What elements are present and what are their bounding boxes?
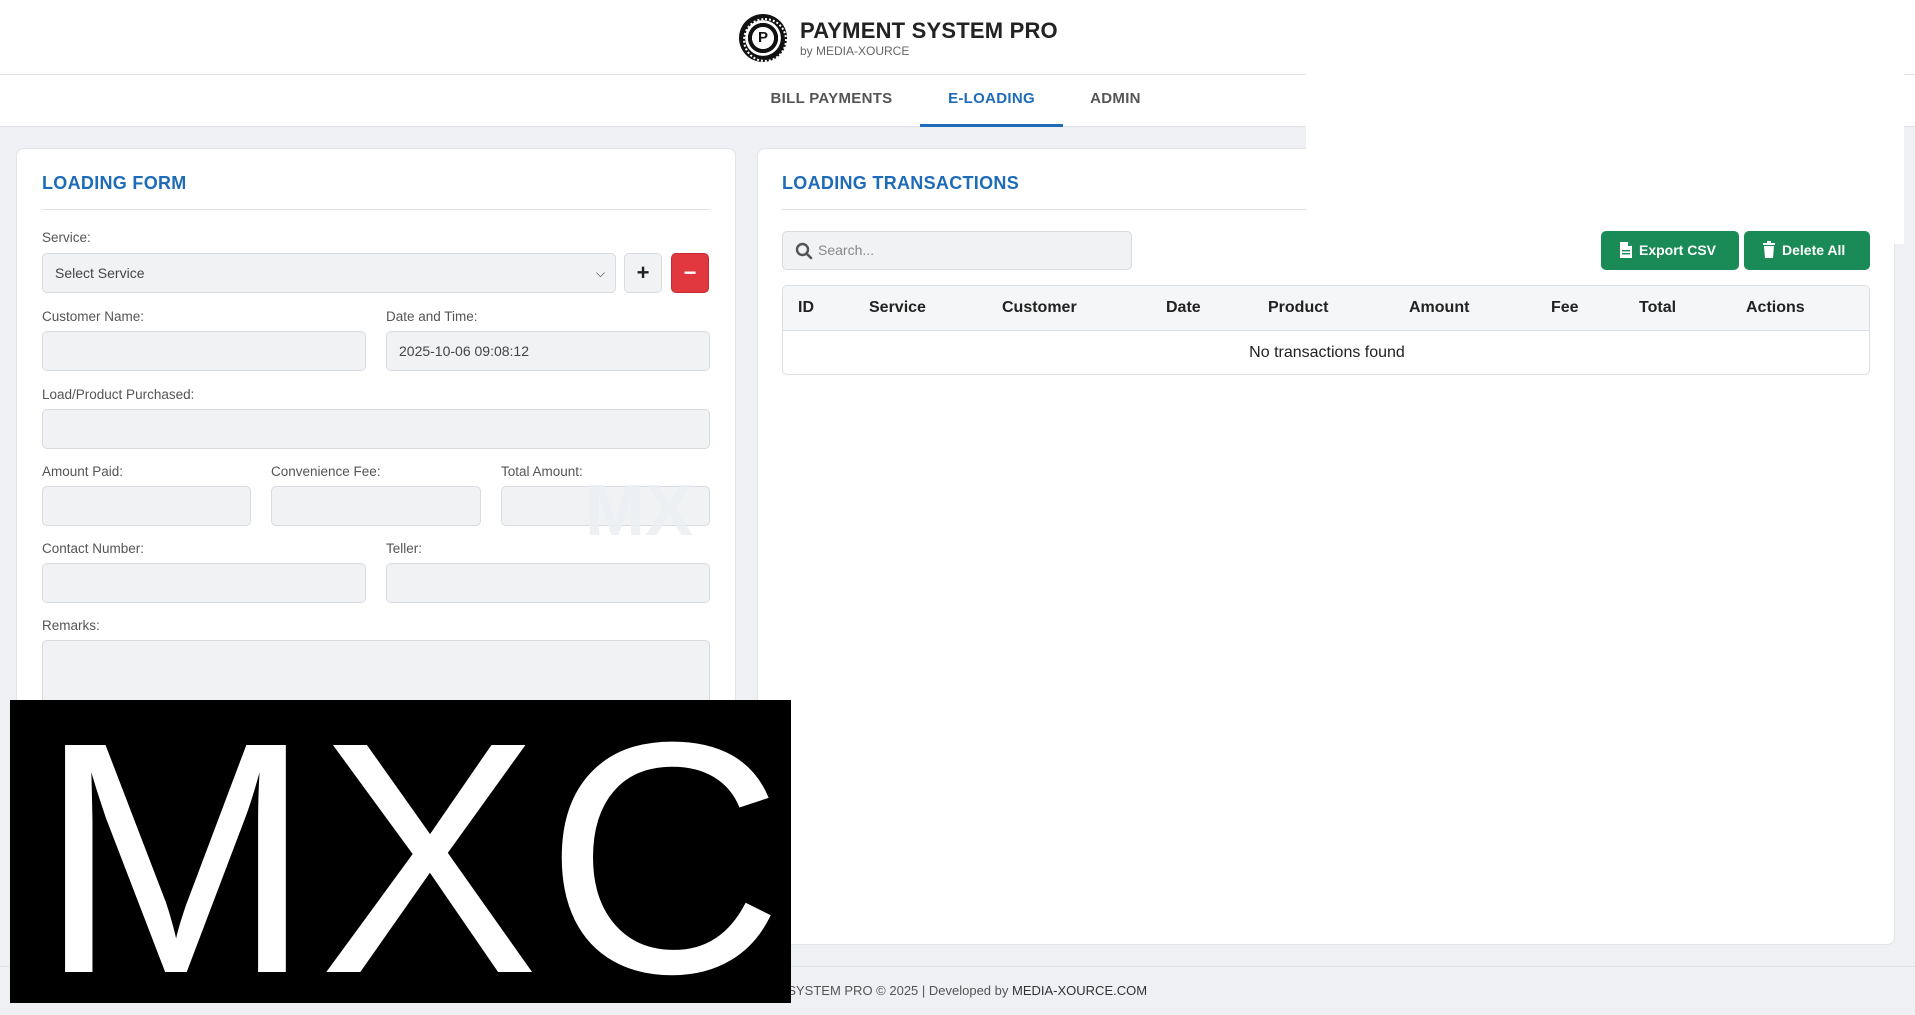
column-header-id[interactable]: ID — [798, 286, 814, 330]
tab-e-loading[interactable]: E-LOADING — [920, 75, 1063, 127]
app-subtitle: by MEDIA-XOURCE — [800, 44, 910, 58]
search-placeholder: Search... — [818, 242, 875, 258]
column-header-amount[interactable]: Amount — [1409, 286, 1469, 330]
service-label: Service: — [42, 230, 91, 245]
column-header-customer[interactable]: Customer — [1002, 286, 1077, 330]
teller-label: Teller: — [386, 541, 423, 556]
transactions-divider — [782, 209, 1306, 210]
customer-name-label: Customer Name: — [42, 309, 145, 324]
logo-letter: P — [757, 29, 768, 46]
remarks-label: Remarks: — [42, 618, 100, 633]
column-header-total[interactable]: Total — [1639, 286, 1676, 330]
column-header-fee[interactable]: Fee — [1551, 286, 1579, 330]
product-input[interactable] — [42, 409, 710, 449]
column-header-actions[interactable]: Actions — [1746, 286, 1805, 330]
transactions-table: ID Service Customer Date Product Amount … — [782, 285, 1870, 375]
table-header: ID Service Customer Date Product Amount … — [783, 286, 1869, 331]
customer-name-input[interactable] — [42, 331, 366, 371]
footer-link[interactable]: MEDIA-XOURCE.COM — [1012, 983, 1147, 998]
column-header-product[interactable]: Product — [1268, 286, 1328, 330]
column-header-date[interactable]: Date — [1166, 286, 1201, 330]
mxc-overlay-text: MXC — [38, 700, 790, 1003]
search-input[interactable]: Search... — [782, 231, 1132, 270]
service-select-value: Select Service — [55, 265, 145, 281]
contact-number-input[interactable] — [42, 563, 366, 603]
watermark: MX — [585, 471, 693, 551]
export-csv-label: Export CSV — [1639, 242, 1717, 258]
convenience-fee-input[interactable] — [271, 486, 481, 526]
chevron-down-icon: ⌵ — [595, 266, 605, 280]
footer-copyright: T SYSTEM PRO © 2025 | Developed by — [776, 983, 1012, 998]
delete-all-button[interactable]: Delete All — [1744, 231, 1870, 270]
datetime-input[interactable]: 2025-10-06 09:08:12 — [386, 331, 710, 371]
mxc-overlay: MXC — [10, 700, 791, 1003]
form-title: LOADING FORM — [42, 173, 187, 193]
total-amount-label: Total Amount: — [501, 464, 583, 479]
file-csv-icon — [1620, 242, 1632, 258]
remove-service-button[interactable]: − — [671, 253, 709, 293]
add-service-button[interactable]: + — [624, 253, 662, 293]
logo-icon: P — [739, 14, 787, 62]
empty-table-message: No transactions found — [1249, 344, 1405, 361]
brand[interactable]: P PAYMENT SYSTEM PRO by MEDIA-XOURCE — [739, 14, 1058, 62]
contact-number-label: Contact Number: — [42, 541, 145, 556]
app-title: PAYMENT SYSTEM PRO — [800, 18, 1058, 43]
search-icon — [795, 242, 813, 260]
form-divider — [42, 209, 710, 210]
column-header-service[interactable]: Service — [869, 286, 926, 330]
tab-bill-payments[interactable]: BILL PAYMENTS — [759, 75, 904, 127]
brand-text: PAYMENT SYSTEM PRO by MEDIA-XOURCE — [800, 18, 1058, 58]
transactions-title: LOADING TRANSACTIONS — [782, 173, 1019, 193]
blank-overlay — [1306, 0, 1904, 244]
amount-paid-label: Amount Paid: — [42, 464, 124, 479]
delete-all-label: Delete All — [1782, 242, 1846, 258]
datetime-label: Date and Time: — [386, 309, 478, 324]
amount-paid-input[interactable] — [42, 486, 251, 526]
product-label: Load/Product Purchased: — [42, 387, 195, 402]
export-csv-button[interactable]: Export CSV — [1601, 231, 1739, 270]
service-select[interactable]: Select Service ⌵ — [42, 253, 616, 293]
trash-icon — [1763, 241, 1775, 258]
footer-text: T SYSTEM PRO © 2025 | Developed by MEDIA… — [776, 967, 1147, 1015]
tab-admin[interactable]: ADMIN — [1078, 75, 1153, 127]
convenience-fee-label: Convenience Fee: — [271, 464, 381, 479]
teller-input[interactable] — [386, 563, 710, 603]
